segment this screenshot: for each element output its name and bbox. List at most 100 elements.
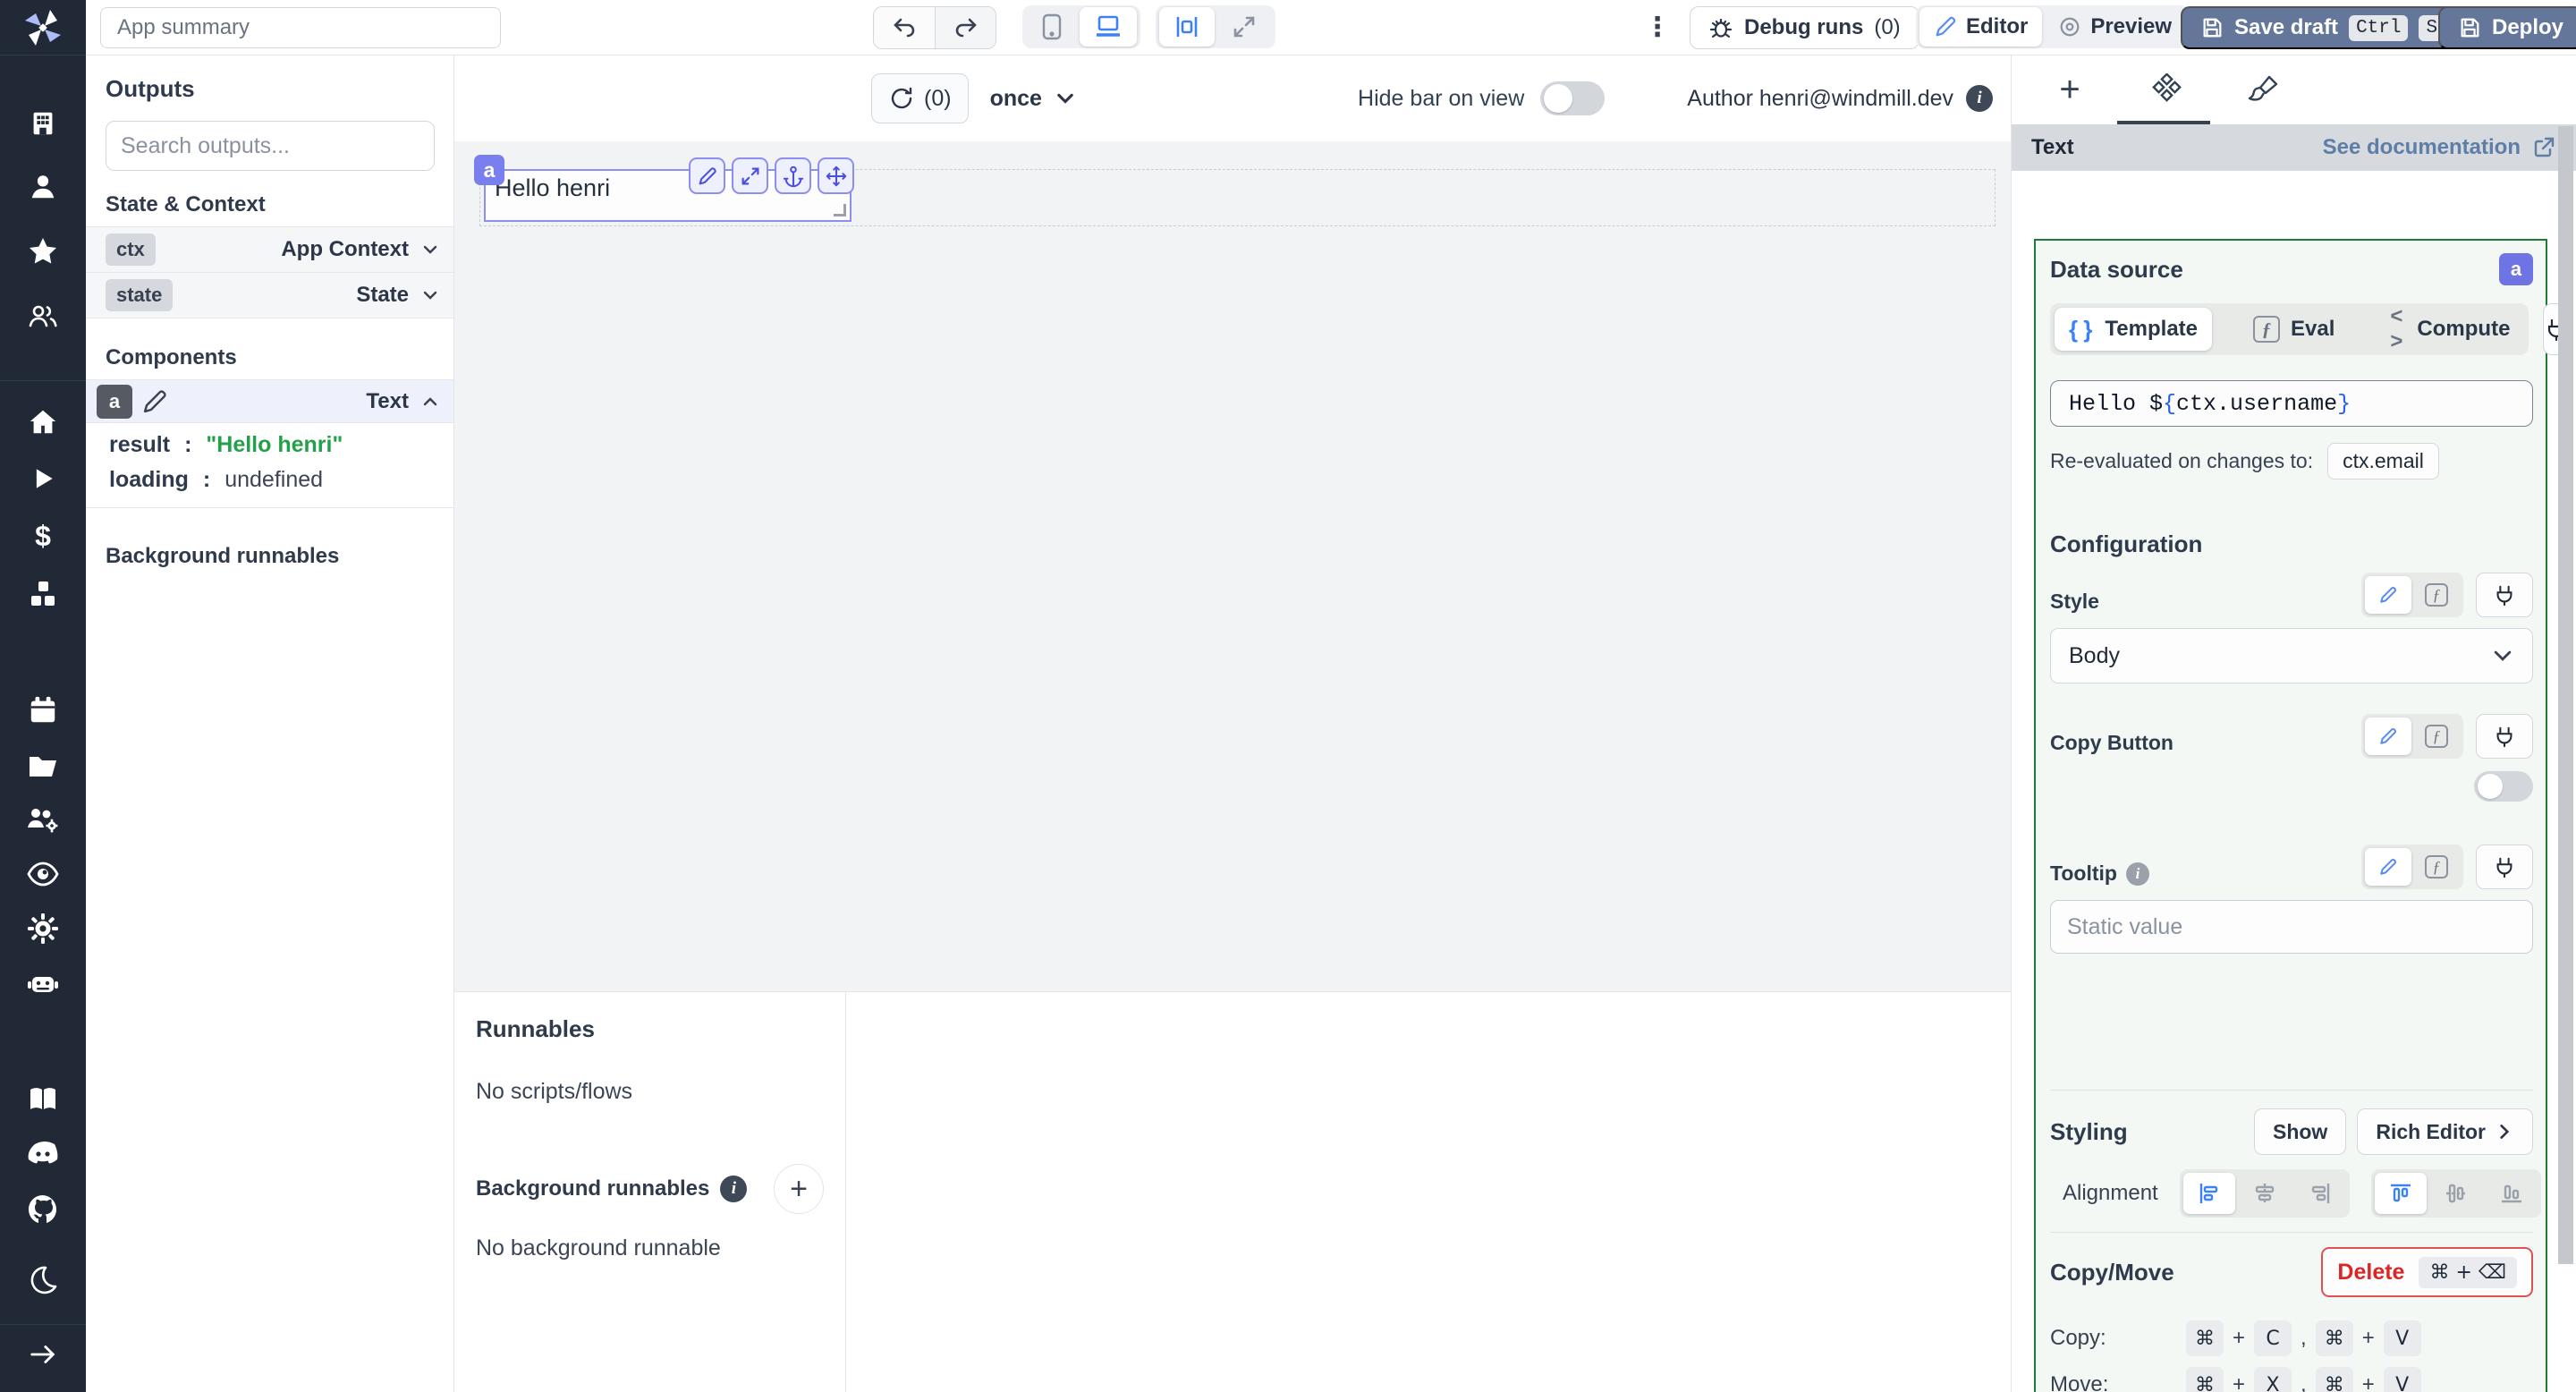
rename-pencil-icon[interactable] bbox=[140, 386, 170, 417]
fullwidth-canvas-button[interactable] bbox=[1216, 7, 1272, 47]
center-canvas-button[interactable] bbox=[1159, 7, 1215, 47]
state-output-row[interactable]: state State bbox=[86, 272, 453, 318]
workers-icon[interactable] bbox=[26, 803, 60, 837]
expand-rail-arrow-icon[interactable] bbox=[26, 1337, 60, 1371]
connect-plug-button[interactable] bbox=[2476, 714, 2533, 759]
groups-icon[interactable] bbox=[26, 299, 60, 333]
resources-cubes-icon[interactable] bbox=[26, 578, 60, 612]
favorites-star-icon[interactable] bbox=[26, 234, 60, 268]
debug-runs-button[interactable]: Debug runs (0) bbox=[1690, 6, 1919, 49]
audit-eye-icon[interactable] bbox=[26, 857, 60, 891]
data-source-mode-tabs: { } Template ƒ Eval < > Compute bbox=[2050, 303, 2529, 355]
github-icon[interactable] bbox=[26, 1193, 60, 1226]
components-heading: Components bbox=[106, 345, 237, 369]
windmill-app-editor: $ ⋮ bbox=[0, 0, 2576, 1392]
add-background-runnable-button[interactable]: + bbox=[774, 1164, 824, 1214]
output-value-undefined: undefined bbox=[225, 467, 324, 492]
shortcut-separator: , bbox=[2301, 1326, 2307, 1350]
editor-tab[interactable]: Editor bbox=[1919, 7, 2043, 47]
schedule-dropdown[interactable]: once bbox=[990, 86, 1076, 112]
app-summary-input[interactable] bbox=[100, 7, 501, 48]
runs-play-icon[interactable] bbox=[26, 462, 60, 496]
anchor-component-button[interactable] bbox=[775, 157, 811, 194]
see-documentation-link[interactable]: See documentation bbox=[2323, 135, 2556, 160]
search-outputs-input[interactable] bbox=[106, 121, 435, 171]
copy-button-label: Copy Button bbox=[2050, 731, 2174, 754]
eval-fx-button[interactable]: ƒ bbox=[2413, 717, 2460, 755]
template-tab[interactable]: { } Template bbox=[2055, 308, 2213, 351]
info-icon[interactable]: i bbox=[2125, 862, 2149, 886]
refresh-runnables-button[interactable]: (0) bbox=[871, 73, 969, 123]
global-styling-tab[interactable] bbox=[2246, 73, 2280, 107]
ctx-output-row[interactable]: ctx App Context bbox=[86, 226, 453, 272]
folders-icon[interactable] bbox=[26, 749, 60, 783]
deploy-button[interactable]: Deploy bbox=[2438, 6, 2576, 49]
settings-gear-icon[interactable] bbox=[26, 912, 60, 946]
divider bbox=[86, 507, 453, 508]
compute-tab[interactable]: < > Compute bbox=[2376, 304, 2524, 353]
state-context-heading: State & Context bbox=[106, 192, 266, 216]
variables-dollar-icon[interactable]: $ bbox=[26, 519, 60, 553]
component-output-row[interactable]: a Text bbox=[86, 379, 453, 423]
align-left-button[interactable] bbox=[2182, 1173, 2235, 1214]
connect-plug-button[interactable] bbox=[2476, 845, 2533, 889]
discord-icon[interactable] bbox=[26, 1136, 60, 1170]
more-options-kebab-icon[interactable]: ⋮ bbox=[1644, 6, 1671, 49]
output-kv-row[interactable]: loading : undefined bbox=[86, 458, 453, 493]
outputs-panel: Outputs State & Context ctx App Context … bbox=[86, 55, 454, 1392]
align-right-button[interactable] bbox=[2294, 1173, 2346, 1214]
align-middle-button[interactable] bbox=[2430, 1173, 2482, 1214]
template-code-input[interactable]: Hello ${ctx.username} bbox=[2050, 380, 2533, 427]
copy-button-toggle[interactable] bbox=[2474, 771, 2533, 802]
tooltip-input[interactable]: Static value bbox=[2050, 900, 2533, 954]
output-kv-row[interactable]: result : "Hello henri" bbox=[86, 423, 453, 458]
eval-fx-button[interactable]: ƒ bbox=[2413, 576, 2460, 614]
hide-bar-toggle[interactable] bbox=[1540, 81, 1606, 115]
delete-component-button[interactable]: Delete ⌘ + ⌫ bbox=[2321, 1247, 2533, 1297]
docs-book-icon[interactable] bbox=[26, 1082, 60, 1116]
redo-button[interactable] bbox=[935, 7, 996, 48]
schedules-calendar-icon[interactable] bbox=[26, 693, 60, 727]
user-icon[interactable] bbox=[26, 170, 60, 204]
workspace-icon[interactable] bbox=[26, 106, 60, 140]
mobile-view-button[interactable] bbox=[1026, 7, 1078, 47]
preview-tab[interactable]: Preview bbox=[2044, 7, 2186, 47]
save-icon bbox=[2203, 18, 2222, 38]
align-bottom-button[interactable] bbox=[2486, 1173, 2538, 1214]
canvas-toolbar: (0) once Hide bar on view Author henri@w… bbox=[454, 55, 2011, 141]
reeval-dependency-chip[interactable]: ctx.email bbox=[2327, 442, 2439, 480]
eval-tab[interactable]: ƒ Eval bbox=[2239, 308, 2349, 351]
app-canvas[interactable]: a Hello henri bbox=[454, 141, 2011, 991]
resize-handle[interactable] bbox=[834, 204, 846, 216]
ai-robot-icon[interactable] bbox=[26, 967, 60, 1001]
edit-component-button[interactable] bbox=[689, 157, 725, 194]
author-label: Author henri@windmill.dev bbox=[1687, 85, 1953, 111]
static-pencil-button[interactable] bbox=[2365, 848, 2411, 886]
style-select[interactable]: Body bbox=[2050, 628, 2533, 683]
plug-icon bbox=[2496, 857, 2512, 878]
eval-fx-button[interactable]: ƒ bbox=[2413, 848, 2460, 886]
static-pencil-button[interactable] bbox=[2365, 717, 2411, 755]
rich-editor-button[interactable]: Rich Editor bbox=[2357, 1108, 2533, 1155]
dark-mode-moon-icon[interactable] bbox=[26, 1263, 60, 1297]
align-center-h-button[interactable] bbox=[2239, 1173, 2291, 1214]
add-component-tab[interactable]: + bbox=[2053, 70, 2087, 109]
windmill-logo[interactable] bbox=[0, 0, 86, 55]
move-component-button[interactable] bbox=[818, 157, 854, 194]
component-settings-tab[interactable] bbox=[2149, 72, 2183, 107]
connect-plug-button[interactable] bbox=[2476, 573, 2533, 617]
expand-component-button[interactable] bbox=[732, 157, 768, 194]
static-pencil-button[interactable] bbox=[2365, 576, 2411, 614]
info-icon[interactable]: i bbox=[720, 1176, 748, 1202]
undo-button[interactable] bbox=[874, 7, 935, 48]
save-draft-button[interactable]: Save draft Ctrl S bbox=[2181, 6, 2465, 49]
scrollbar-thumb[interactable] bbox=[2558, 126, 2573, 1264]
align-top-button[interactable] bbox=[2374, 1173, 2427, 1214]
info-icon[interactable]: i bbox=[1966, 85, 1993, 112]
home-icon[interactable] bbox=[26, 405, 60, 439]
chevron-down-icon bbox=[423, 245, 437, 254]
shortcut-separator: , bbox=[2301, 1372, 2307, 1392]
center-align-icon bbox=[1176, 17, 1198, 37]
show-styling-button[interactable]: Show bbox=[2253, 1108, 2347, 1155]
desktop-view-button[interactable] bbox=[1080, 7, 1137, 47]
